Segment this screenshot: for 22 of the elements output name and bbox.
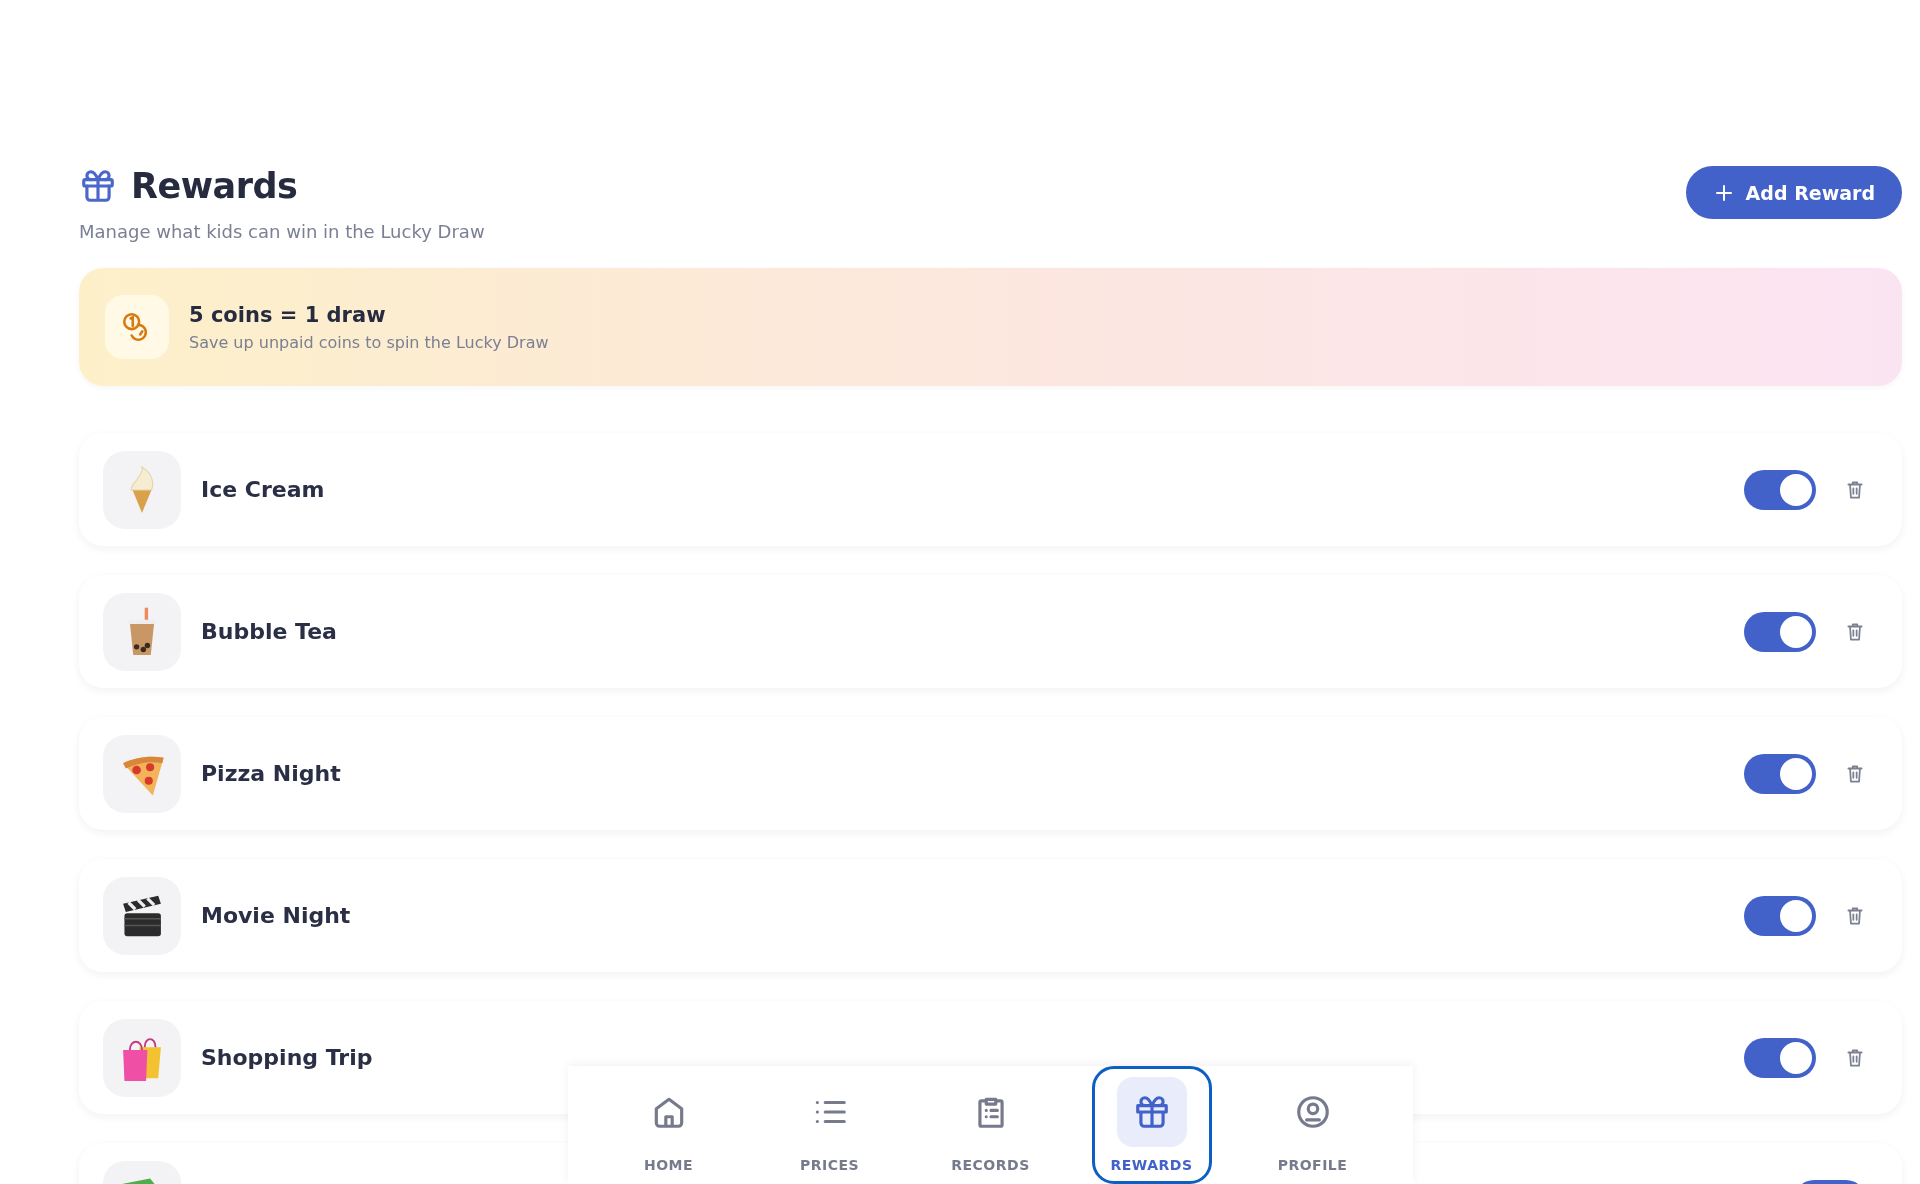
reward-name: Ice Cream [201,477,325,502]
plus-icon [1713,182,1734,203]
page-subtitle: Manage what kids can win in the Lucky Draw [79,221,485,242]
page-title: Rewards [131,166,298,206]
toggle-switch[interactable] [1744,753,1816,794]
reward-name: Bubble Tea [201,619,337,644]
nav-tab[interactable]: HOME [608,1066,729,1184]
banner-title: 5 coins = 1 draw [189,302,387,327]
nav-tab[interactable]: PROFILE [1252,1066,1373,1184]
reward-name: Pizza Night [201,761,341,786]
add-reward-button[interactable]: Add Reward [1685,166,1902,219]
toggle-switch[interactable] [1744,611,1816,652]
toggle-switch[interactable] [1744,469,1816,510]
toggle-switch[interactable] [1744,895,1816,936]
reward-name: Movie Night [201,903,351,928]
reward-name: Shopping Trip [201,1045,373,1070]
toggle-switch[interactable] [1744,1037,1816,1078]
nav-tab[interactable]: RECORDS [930,1066,1051,1184]
nav-tab[interactable]: PRICES [769,1066,890,1184]
banner-subtitle: Save up unpaid coins to spin the Lucky Draw [189,332,549,352]
gift-icon [79,167,117,205]
nav-tab[interactable]: REWARDS [1091,1066,1212,1184]
